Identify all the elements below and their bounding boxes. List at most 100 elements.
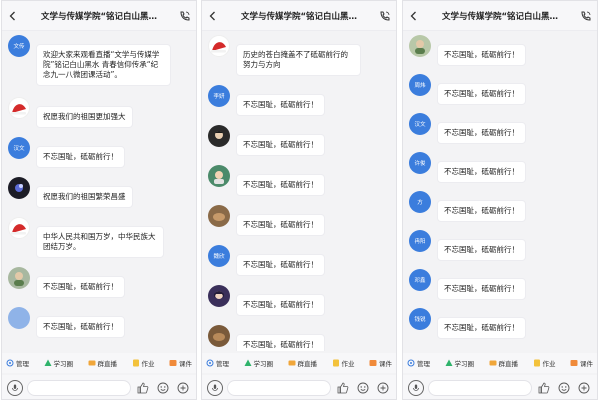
message-bubble[interactable]: 不忘国耻，砥砺前行！ (236, 134, 325, 156)
avatar[interactable]: 钱锐 (409, 308, 431, 330)
message-bubble[interactable]: 不忘国耻，砥砺前行！ (437, 83, 526, 105)
back-arrow-icon[interactable] (2, 1, 24, 31)
message-bubble[interactable]: 不忘国耻，砥砺前行！ (36, 316, 125, 338)
study-circle-icon (244, 359, 251, 366)
emoji-icon[interactable] (155, 380, 171, 396)
message-bubble[interactable]: 不忘国耻，砥砺前行！ (437, 44, 526, 66)
message-bubble[interactable]: 历史的苍白掩盖不了砥砺前行的努力与方向 (236, 44, 361, 76)
message-list[interactable]: 文传 欢迎大家来观看直播“文学与传媒学院”铭记白山黑水 青春信仰传承“纪念九一八… (2, 31, 196, 351)
add-icon[interactable] (175, 380, 191, 396)
avatar[interactable] (208, 285, 230, 307)
chat-title: 文学与传媒学院“铭记白山黑… (240, 11, 358, 22)
emoji-icon[interactable] (556, 380, 572, 396)
tool-manage[interactable]: 管理 (206, 358, 229, 368)
message-input[interactable] (27, 380, 131, 396)
avatar[interactable]: 汉文 (8, 137, 30, 159)
message-bubble[interactable]: 祝愿我们的祖国繁荣昌盛 (36, 186, 133, 208)
message-bubble[interactable]: 中华人民共和国万岁，中华民族大团结万岁。 (36, 226, 164, 258)
emoji-icon[interactable] (355, 380, 371, 396)
avatar[interactable]: 李妍 (208, 85, 230, 107)
voice-icon[interactable] (408, 380, 424, 396)
message-bubble[interactable]: 不忘国耻，砥砺前行！ (437, 278, 526, 300)
voice-icon[interactable] (207, 380, 223, 396)
message-item: 历史的苍白掩盖不了砥砺前行的努力与方向 (208, 33, 394, 81)
message-bubble[interactable]: 欢迎大家来观看直播“文学与传媒学院”铭记白山黑水 青春信仰传承“纪念九一八微团课… (36, 44, 171, 86)
message-bubble[interactable]: 不忘国耻，砥砺前行！ (236, 174, 325, 196)
tool-study-circle[interactable]: 学习圈 (244, 358, 273, 368)
like-icon[interactable] (536, 380, 552, 396)
avatar[interactable]: 冉阳 (409, 230, 431, 252)
homework-icon (533, 359, 540, 367)
tool-study-circle[interactable]: 学习圈 (44, 358, 73, 368)
avatar[interactable] (8, 217, 30, 239)
avatar[interactable] (208, 125, 230, 147)
avatar[interactable]: 汉文 (409, 113, 431, 135)
phone-call-icon[interactable] (374, 1, 396, 31)
message-item: 中华人民共和国万岁，中华民族大团结万岁。 (8, 215, 194, 267)
message-item: 汉文 不忘国耻，砥砺前行！ (409, 111, 595, 155)
message-bubble[interactable]: 不忘国耻，砥砺前行！ (236, 334, 325, 351)
avatar[interactable] (8, 267, 30, 289)
avatar[interactable] (208, 165, 230, 187)
avatar[interactable] (8, 177, 30, 199)
voice-icon[interactable] (7, 380, 23, 396)
tool-courseware[interactable]: 课件 (369, 358, 392, 368)
avatar[interactable] (8, 97, 30, 119)
phone-call-icon[interactable] (575, 1, 597, 31)
message-bubble[interactable]: 不忘国耻，砥砺前行！ (236, 94, 325, 116)
tool-group-live[interactable]: 群直播 (489, 358, 518, 368)
tool-study-circle[interactable]: 学习圈 (445, 358, 474, 368)
message-input[interactable] (227, 380, 331, 396)
message-list[interactable]: 历史的苍白掩盖不了砥砺前行的努力与方向 李妍 不忘国耻，砥砺前行！ 不忘国耻，砥… (202, 31, 396, 351)
message-bubble[interactable]: 不忘国耻，砥砺前行！ (236, 294, 325, 316)
message-bubble[interactable]: 祝愿我们的祖国更加强大 (36, 106, 133, 128)
tool-homework[interactable]: 作业 (533, 358, 556, 368)
tool-manage[interactable]: 管理 (6, 358, 29, 368)
tool-courseware[interactable]: 课件 (169, 358, 192, 368)
message-item: 不忘国耻，砥砺前行！ (409, 33, 595, 77)
tool-group-live[interactable]: 群直播 (288, 358, 317, 368)
tool-manage[interactable]: 管理 (407, 358, 430, 368)
message-bubble[interactable]: 不忘国耻，砥砺前行！ (236, 254, 325, 276)
message-bubble[interactable]: 不忘国耻，砥砺前行！ (437, 161, 526, 183)
avatar[interactable] (208, 325, 230, 347)
back-arrow-icon[interactable] (202, 1, 224, 31)
message-list[interactable]: 不忘国耻，砥砺前行！ 周炜 不忘国耻，砥砺前行！ 汉文 不忘国耻，砥砺前行！ 许… (403, 31, 597, 351)
message-item: 周炜 不忘国耻，砥砺前行！ (409, 72, 595, 116)
like-icon[interactable] (135, 380, 151, 396)
message-item: 钱锐 不忘国耻，砥砺前行！ (409, 306, 595, 350)
tool-homework[interactable]: 作业 (332, 358, 355, 368)
avatar[interactable]: 邓鑫 (409, 269, 431, 291)
back-arrow-icon[interactable] (403, 1, 425, 31)
message-item: 祝愿我们的祖国繁荣昌盛 (8, 175, 194, 219)
message-bubble[interactable]: 不忘国耻，砥砺前行！ (437, 122, 526, 144)
message-bubble[interactable]: 不忘国耻，砥砺前行！ (437, 317, 526, 339)
avatar[interactable] (409, 35, 431, 57)
message-item: 不忘国耻，砥砺前行！ (8, 305, 194, 349)
message-bubble[interactable]: 不忘国耻，砥砺前行！ (236, 214, 325, 236)
tool-courseware[interactable]: 课件 (570, 358, 593, 368)
avatar[interactable] (208, 205, 230, 227)
message-bubble[interactable]: 不忘国耻，砥砺前行！ (36, 146, 125, 168)
avatar[interactable]: 魏欣 (208, 245, 230, 267)
message-bubble[interactable]: 不忘国耻，砥砺前行！ (437, 239, 526, 261)
add-icon[interactable] (576, 380, 592, 396)
tool-group-live[interactable]: 群直播 (88, 358, 117, 368)
avatar[interactable]: 方 (409, 191, 431, 213)
message-input[interactable] (428, 380, 532, 396)
message-bubble[interactable]: 不忘国耻，砥砺前行！ (36, 276, 125, 298)
bottom-toolbar: 管理 学习圈 群直播 作业 课件 (403, 353, 597, 373)
avatar[interactable]: 文传 (8, 35, 30, 57)
message-bubble[interactable]: 不忘国耻，砥砺前行！ (437, 200, 526, 222)
avatar[interactable] (208, 35, 230, 57)
avatar[interactable]: 周炜 (409, 74, 431, 96)
study-circle-icon (44, 359, 51, 366)
message-item: 祝愿我们的祖国更加强大 (8, 95, 194, 139)
avatar[interactable] (8, 307, 30, 329)
add-icon[interactable] (375, 380, 391, 396)
like-icon[interactable] (335, 380, 351, 396)
tool-homework[interactable]: 作业 (132, 358, 155, 368)
message-item: 邓鑫 不忘国耻，砥砺前行！ (409, 267, 595, 311)
phone-call-icon[interactable] (174, 1, 196, 31)
avatar[interactable]: 许俊 (409, 152, 431, 174)
